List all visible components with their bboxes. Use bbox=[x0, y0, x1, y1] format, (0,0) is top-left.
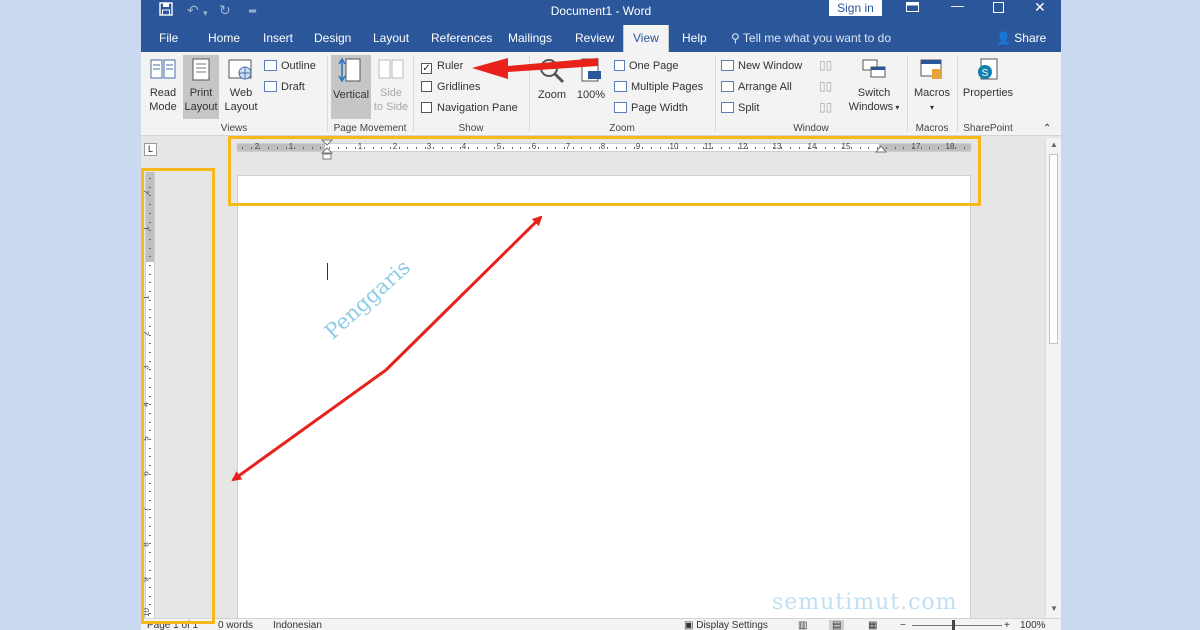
arrow-to-horizontal-ruler bbox=[384, 215, 543, 372]
annotation-arrows bbox=[231, 58, 598, 482]
arrow-to-ruler-checkbox bbox=[472, 58, 598, 79]
watermark-text: semutimut.com bbox=[772, 590, 958, 615]
arrow-to-vertical-ruler bbox=[231, 368, 387, 482]
